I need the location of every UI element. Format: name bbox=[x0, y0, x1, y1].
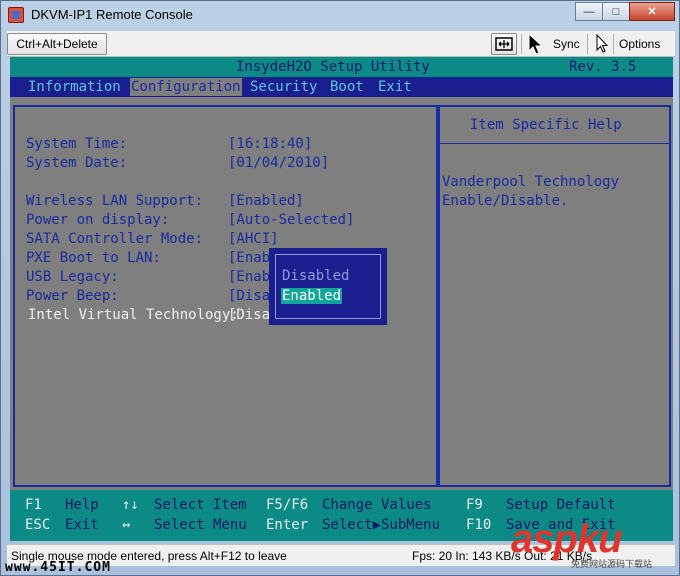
sync-button[interactable]: Sync bbox=[553, 37, 580, 51]
toolbar-separator bbox=[613, 34, 614, 54]
minimize-button[interactable]: — bbox=[575, 2, 603, 21]
key-esc-desc: Exit bbox=[65, 517, 99, 533]
option-popup-frame: Disabled Enabled bbox=[275, 254, 381, 319]
setting-value-power-on-display[interactable]: [Auto-Selected] bbox=[228, 212, 354, 228]
bios-menu-bar: Information Configuration Security Boot … bbox=[10, 77, 673, 97]
fullscreen-icon bbox=[495, 37, 513, 51]
setting-value-system-time[interactable]: [16:18:40] bbox=[228, 136, 312, 152]
setting-label-system-date: System Date: bbox=[26, 155, 128, 171]
key-enter-desc: Select▶SubMenu bbox=[322, 517, 441, 533]
maximize-button[interactable]: □ bbox=[602, 2, 630, 21]
bios-screen[interactable]: InsydeH2O Setup Utility Rev. 3.5 Informa… bbox=[10, 57, 673, 541]
setting-value-sata-mode[interactable]: [AHCI] bbox=[228, 231, 279, 247]
help-line-2: Enable/Disable. bbox=[442, 193, 569, 209]
menu-security[interactable]: Security bbox=[250, 79, 317, 95]
menu-boot[interactable]: Boot bbox=[330, 79, 364, 95]
key-f9: F9 bbox=[466, 497, 483, 513]
key-up-down-desc: Select Item bbox=[154, 497, 247, 513]
watermark-45it: www.45IT.COM bbox=[5, 560, 111, 575]
options-button[interactable]: Options bbox=[619, 37, 660, 51]
key-up-down: ↑↓ bbox=[122, 497, 139, 513]
key-enter: Enter bbox=[266, 517, 309, 533]
bios-revision: Rev. 3.5 bbox=[569, 59, 637, 75]
setting-label-wireless-lan: Wireless LAN Support: bbox=[26, 193, 204, 209]
setting-label-power-on-display: Power on display: bbox=[26, 212, 170, 228]
arrow-cursor-icon[interactable] bbox=[595, 34, 609, 54]
close-button[interactable]: ✕ bbox=[629, 2, 675, 21]
help-title: Item Specific Help bbox=[470, 117, 622, 133]
key-f1: F1 bbox=[25, 497, 42, 513]
mouse-cursor-icon bbox=[528, 33, 544, 55]
help-divider bbox=[440, 143, 669, 144]
key-left-right: ↔ bbox=[122, 517, 131, 533]
key-f1-desc: Help bbox=[65, 497, 99, 513]
menu-information[interactable]: Information bbox=[28, 79, 121, 95]
watermark-aspku-logo: aspku bbox=[511, 517, 623, 561]
help-panel bbox=[438, 105, 671, 487]
key-f10: F10 bbox=[466, 517, 492, 533]
menu-configuration[interactable]: Configuration bbox=[130, 78, 242, 96]
ctrl-alt-delete-button[interactable]: Ctrl+Alt+Delete bbox=[7, 33, 107, 55]
watermark-aspku-tagline: 免费网站源码下载站 bbox=[571, 559, 653, 569]
key-left-right-desc: Select Menu bbox=[154, 517, 247, 533]
toolbar-separator bbox=[587, 34, 588, 54]
window-title: DKVM-IP1 Remote Console bbox=[31, 7, 193, 22]
setting-value-pxe-boot[interactable]: [Enab bbox=[228, 250, 270, 266]
setting-label-pxe-boot: PXE Boot to LAN: bbox=[26, 250, 161, 266]
setting-label-system-time: System Time: bbox=[26, 136, 128, 152]
setting-label-intel-vt: Intel Virtual Technology: bbox=[28, 307, 239, 323]
setting-value-system-date[interactable]: [01/04/2010] bbox=[228, 155, 329, 171]
key-esc: ESC bbox=[25, 517, 51, 533]
option-popup: Disabled Enabled bbox=[269, 248, 387, 325]
option-enabled[interactable]: Enabled bbox=[281, 288, 343, 304]
fullscreen-button[interactable] bbox=[491, 33, 517, 55]
setting-value-intel-vt[interactable]: [Disa bbox=[228, 307, 270, 323]
setting-value-wireless-lan[interactable]: [Enabled] bbox=[228, 193, 304, 209]
key-f5-f6: F5/F6 bbox=[266, 497, 309, 513]
setting-value-usb-legacy[interactable]: [Enab bbox=[228, 269, 270, 285]
console-toolbar: Ctrl+Alt+Delete Sync Options bbox=[7, 31, 675, 57]
setting-label-usb-legacy: USB Legacy: bbox=[26, 269, 119, 285]
setting-value-power-beep[interactable]: [Disa bbox=[228, 288, 270, 304]
help-line-1: Vanderpool Technology bbox=[442, 174, 620, 190]
remote-console-window: DKVM-IP1 Remote Console — □ ✕ Ctrl+Alt+D… bbox=[0, 0, 680, 576]
bios-title-bar: InsydeH2O Setup Utility Rev. 3.5 bbox=[10, 57, 673, 77]
window-controls: — □ ✕ bbox=[575, 2, 675, 21]
key-f9-desc: Setup Default bbox=[506, 497, 616, 513]
setting-label-sata-mode: SATA Controller Mode: bbox=[26, 231, 204, 247]
setting-label-power-beep: Power Beep: bbox=[26, 288, 119, 304]
toolbar-separator bbox=[521, 34, 522, 54]
bios-title: InsydeH2O Setup Utility bbox=[236, 59, 430, 75]
dkvm-app-icon bbox=[8, 7, 24, 23]
title-bar[interactable]: DKVM-IP1 Remote Console — □ ✕ bbox=[1, 1, 680, 29]
option-disabled[interactable]: Disabled bbox=[282, 268, 349, 284]
menu-exit[interactable]: Exit bbox=[378, 79, 412, 95]
key-f5-f6-desc: Change Values bbox=[322, 497, 432, 513]
